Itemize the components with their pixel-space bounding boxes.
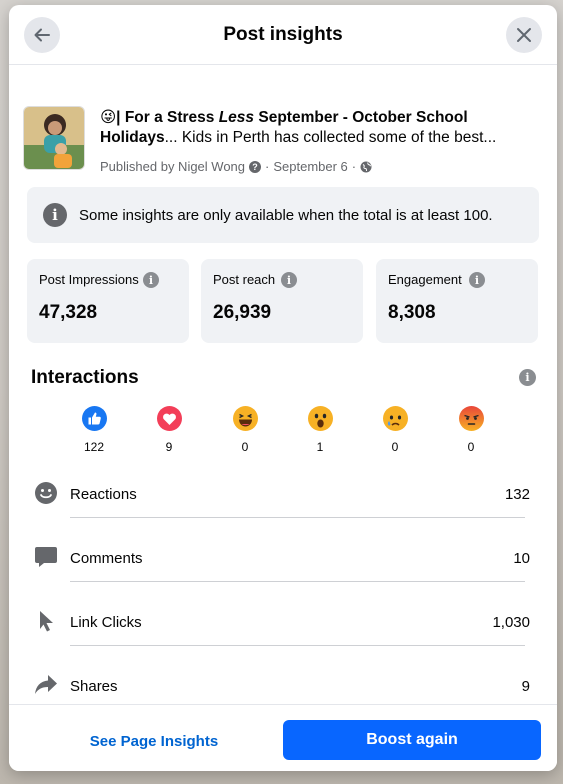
notice-text: Some insights are only available when th…	[79, 206, 493, 224]
smiley-icon	[33, 480, 59, 506]
stat-value: 8,308	[388, 302, 436, 323]
stat-value: 47,328	[39, 302, 98, 323]
post-insights-dialog: Post insights 😜| For a Stress Less Septe…	[9, 5, 557, 771]
haha-icon	[232, 406, 258, 431]
info-icon[interactable]: i	[281, 272, 297, 288]
post-emoji: 😜	[100, 109, 117, 126]
arrow-left-icon	[34, 28, 50, 42]
comment-icon	[33, 544, 59, 570]
back-button[interactable]	[24, 17, 60, 53]
stat-label: Engagement	[388, 272, 462, 287]
reaction-haha: 0	[223, 406, 267, 454]
post-thumbnail[interactable]	[23, 106, 85, 170]
row-reactions: Reactions 132	[9, 466, 557, 530]
like-icon	[81, 406, 107, 431]
post-meta: Published by Nigel Wong ? · September 6 …	[100, 159, 372, 174]
info-icon[interactable]: i	[143, 272, 159, 288]
stat-post-impressions: Post Impressions i 47,328	[27, 259, 189, 343]
sad-icon	[382, 406, 408, 431]
stat-post-reach: Post reach i 26,939	[201, 259, 363, 343]
divider	[70, 645, 525, 646]
published-by: Published by Nigel Wong	[100, 159, 246, 174]
wow-icon	[307, 406, 333, 431]
reaction-like: 122	[72, 406, 116, 454]
stat-engagement: Engagement i 8,308	[376, 259, 538, 343]
reaction-love: 9	[147, 406, 191, 454]
love-icon	[156, 406, 182, 431]
info-icon: i	[43, 203, 67, 227]
share-icon	[33, 672, 59, 698]
dialog-footer: See Page Insights Boost again	[9, 704, 557, 771]
boost-again-button[interactable]: Boost again	[283, 720, 541, 760]
row-link-clicks: Link Clicks 1,030	[9, 594, 557, 658]
stat-label: Post Impressions	[39, 272, 139, 287]
reaction-sad: 0	[373, 406, 417, 454]
reaction-wow: 1	[298, 406, 342, 454]
post-title: 😜| For a Stress Less September - October…	[100, 109, 497, 146]
globe-icon	[360, 161, 372, 172]
stat-label: Post reach	[213, 272, 276, 287]
info-icon[interactable]: i	[519, 369, 536, 386]
angry-icon	[458, 406, 484, 431]
close-icon	[517, 28, 531, 42]
help-icon[interactable]: ?	[249, 160, 262, 173]
interaction-rows: Reactions 132 Comments 10 Link Clicks 1,…	[9, 466, 557, 704]
row-shares: Shares 9	[9, 658, 557, 704]
stats-row: Post Impressions i 47,328 Post reach i 2…	[27, 259, 539, 343]
insights-notice: i Some insights are only available when …	[27, 187, 539, 243]
row-comments: Comments 10	[9, 530, 557, 594]
interactions-title: Interactions	[31, 367, 139, 388]
post-date[interactable]: September 6	[273, 159, 347, 174]
cursor-icon	[33, 608, 59, 634]
reaction-angry: 0	[449, 406, 493, 454]
dialog-body[interactable]: 😜| For a Stress Less September - October…	[9, 66, 557, 704]
divider	[70, 517, 525, 518]
post-preview[interactable]: 😜| For a Stress Less September - October…	[9, 66, 557, 186]
info-icon[interactable]: i	[469, 272, 485, 288]
dialog-title: Post insights	[223, 23, 343, 45]
reaction-breakdown: 122 9 0 1 0 0	[9, 406, 557, 466]
see-page-insights-button[interactable]: See Page Insights	[79, 721, 229, 761]
stat-value: 26,939	[213, 302, 272, 323]
close-button[interactable]	[506, 17, 542, 53]
dialog-header: Post insights	[9, 5, 557, 65]
divider	[70, 581, 525, 582]
